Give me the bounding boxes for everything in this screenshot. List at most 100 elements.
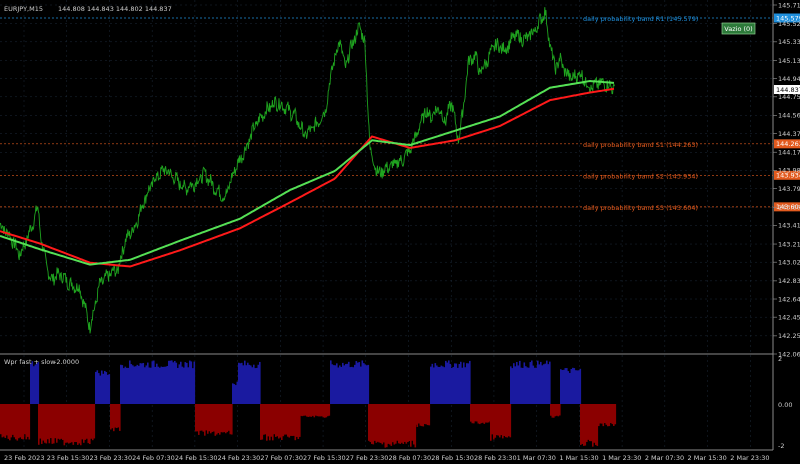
wpr-bar-up <box>457 367 459 404</box>
price-tick-label: 145.135 <box>778 57 800 65</box>
wpr-bar-down <box>500 404 503 436</box>
wpr-bar-up <box>159 367 161 404</box>
indicator-tick-label: 0.00 <box>778 401 792 409</box>
time-tick-label: 28 Feb 15:30 <box>431 454 474 462</box>
wpr-bar-up <box>460 361 462 404</box>
wpr-bar-down <box>45 404 48 444</box>
wpr-bar-up <box>160 366 163 404</box>
wpr-bar-down <box>611 404 614 425</box>
price-tick-label: 142.450 <box>778 313 800 321</box>
wpr-bar-up <box>449 363 452 404</box>
wpr-bar-down <box>608 404 611 427</box>
wpr-bar-down <box>301 404 304 417</box>
wpr-bar-down <box>607 404 609 427</box>
wpr-bar-down <box>389 404 391 445</box>
wpr-bar-up <box>251 367 254 404</box>
wpr-bar-down <box>316 404 319 417</box>
wpr-bar-up <box>232 383 234 404</box>
vazio-button[interactable]: Vazio (0) <box>721 22 756 35</box>
wpr-bar-up <box>253 364 255 404</box>
wpr-bar-down <box>261 404 264 440</box>
wpr-bar-down <box>216 404 218 435</box>
wpr-bar-up <box>434 363 437 404</box>
wpr-bar-up <box>193 361 196 404</box>
price-tick-label: 144.945 <box>778 75 800 83</box>
wpr-bar-down <box>53 404 55 444</box>
time-tick-label: 1 Mar 23:30 <box>602 454 641 462</box>
wpr-bar-down <box>405 404 408 444</box>
wpr-bar-up <box>455 363 458 404</box>
wpr-bar-up <box>448 360 450 404</box>
wpr-bar-down <box>72 404 75 445</box>
wpr-bar-down <box>273 404 276 435</box>
price-tick-label: 142.830 <box>778 277 800 285</box>
wpr-bar-up <box>436 365 438 404</box>
wpr-bar-up <box>364 364 367 404</box>
wpr-bar-down <box>13 404 16 438</box>
wpr-bar-up <box>108 374 111 404</box>
wpr-bar-up <box>540 361 542 404</box>
wpr-bar-up <box>333 365 335 404</box>
wpr-bar-down <box>111 404 114 429</box>
wpr-bar-down <box>307 404 310 417</box>
wpr-bar-down <box>499 404 501 438</box>
wpr-bar-down <box>278 404 280 439</box>
wpr-bar-down <box>482 404 484 423</box>
wpr-bar-up <box>437 366 440 404</box>
wpr-bar-down <box>199 404 202 431</box>
wpr-bar-down <box>584 404 587 446</box>
wpr-bar-up <box>561 370 564 404</box>
wpr-bar-down <box>598 404 600 427</box>
wpr-bar-up <box>33 366 35 404</box>
wpr-bar-down <box>291 404 294 436</box>
wpr-bar-down <box>62 404 64 440</box>
wpr-bar-down <box>328 404 331 416</box>
price-series <box>0 7 615 334</box>
wpr-bar-up <box>248 364 251 404</box>
wpr-bar-up <box>560 369 562 404</box>
wpr-bar-up <box>190 361 193 404</box>
wpr-bar-down <box>580 404 582 445</box>
wpr-bar-down <box>18 404 20 439</box>
wpr-bar-down <box>319 404 322 417</box>
wpr-bar-down <box>225 404 227 434</box>
wpr-bar-up <box>532 365 535 404</box>
time-tick-label: 2 Mar 07:30 <box>645 454 684 462</box>
wpr-bar-down <box>312 404 314 416</box>
time-tick-label: 23 Feb 2023 <box>4 454 44 462</box>
indicator-tick-label: -2 <box>778 442 784 450</box>
wpr-bar-down <box>392 404 394 443</box>
wpr-bar-down <box>44 404 46 443</box>
wpr-bar-up <box>144 367 146 404</box>
wpr-bar-up <box>431 363 434 404</box>
symbol-label: EURJPY,M15 <box>4 5 43 13</box>
wpr-bar-up <box>569 373 571 404</box>
wpr-bar-down <box>505 404 507 438</box>
wpr-bar-down <box>28 404 31 440</box>
wpr-bar-down <box>479 404 481 425</box>
wpr-bar-down <box>54 404 57 439</box>
wpr-bar-up <box>180 361 182 404</box>
wpr-bar-down <box>551 404 554 418</box>
wpr-bar-down <box>380 404 382 443</box>
wpr-bar-down <box>86 404 88 439</box>
wpr-bar-up <box>461 367 464 404</box>
wpr-bar-down <box>474 404 477 422</box>
wpr-bar-up <box>145 365 148 404</box>
band-label: daily probability band S1 (144.263) <box>583 141 698 149</box>
wpr-bar-down <box>368 404 370 441</box>
wpr-bar-up <box>132 365 134 404</box>
wpr-bar-up <box>30 363 32 404</box>
wpr-bar-down <box>581 404 584 444</box>
wpr-bar-down <box>583 404 585 446</box>
wpr-bar-up <box>523 362 526 404</box>
wpr-bar-up <box>547 364 550 404</box>
wpr-bar-down <box>284 404 286 435</box>
wpr-bar-up <box>178 364 181 404</box>
wpr-bar-down <box>78 404 81 444</box>
vazio-button-label: Vazio (0) <box>724 25 752 33</box>
wpr-bar-up <box>96 370 99 404</box>
wpr-bar-down <box>223 404 226 433</box>
wpr-bar-down <box>222 404 224 433</box>
wpr-bar-down <box>75 404 78 443</box>
